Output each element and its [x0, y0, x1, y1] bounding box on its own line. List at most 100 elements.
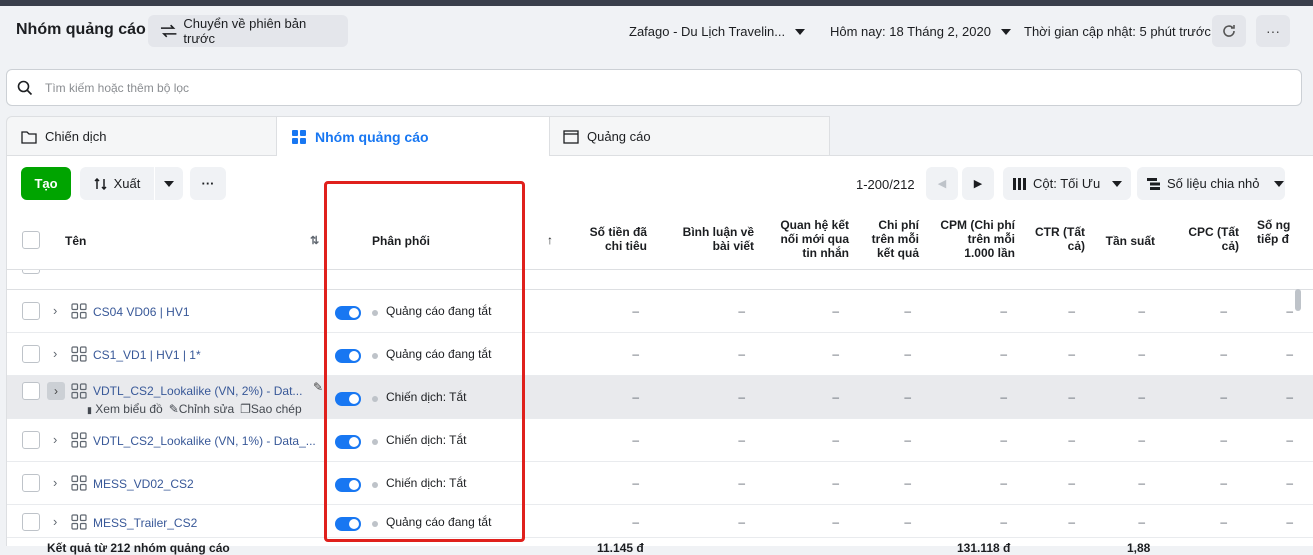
- chevron-right-icon[interactable]: ›: [53, 514, 57, 529]
- export-button[interactable]: Xuất: [80, 167, 154, 200]
- chevron-down-icon: [795, 28, 806, 35]
- column-cpc[interactable]: CPC (Tất cả): [1177, 225, 1239, 253]
- table-row[interactable]: › MESS_VD02_CS2 Chiến dịch: Tắt: [7, 462, 1313, 505]
- delivery-toggle[interactable]: [335, 478, 361, 492]
- date-range-dropdown[interactable]: Hôm nay: 18 Tháng 2, 2020: [830, 24, 1011, 39]
- status-dot: [372, 521, 378, 527]
- export-icon: [94, 177, 107, 190]
- export-dropdown[interactable]: [155, 167, 183, 200]
- column-amount-spent[interactable]: Số tiền đã chi tiêu: [577, 225, 647, 253]
- columns-icon: [1013, 177, 1026, 190]
- column-cost-per-result[interactable]: Chi phí trên mỗi kết quả: [865, 218, 919, 260]
- column-more[interactable]: Số ng tiếp đ: [1257, 218, 1303, 246]
- row-checkbox[interactable]: [22, 431, 40, 449]
- delivery-toggle[interactable]: [335, 306, 361, 320]
- breakdown-label: Số liệu chia nhỏ: [1167, 176, 1260, 191]
- delivery-toggle[interactable]: [335, 349, 361, 363]
- metric-cell: –: [1286, 347, 1293, 361]
- summary-frequency: 1,88: [1127, 541, 1151, 555]
- search-bar[interactable]: [6, 69, 1302, 106]
- ad-set-name-link[interactable]: CS1_VD1 | HV1 | 1*: [93, 348, 201, 362]
- metric-cell: –: [1000, 476, 1007, 490]
- chevron-right-icon[interactable]: ›: [53, 432, 57, 447]
- create-button[interactable]: Tạo: [21, 167, 71, 200]
- ad-set-name-link[interactable]: MESS_Trailer_CS2: [93, 516, 197, 530]
- chart-icon: ▮: [87, 405, 92, 415]
- view-chart-action[interactable]: ▮ Xem biểu đồ: [87, 402, 163, 416]
- row-checkbox[interactable]: [22, 382, 40, 400]
- chevron-right-icon[interactable]: ›: [47, 382, 65, 400]
- search-icon: [17, 80, 33, 95]
- ad-set-name-link[interactable]: VDTL_CS2_Lookalike (VN, 2%) - Dat...: [93, 384, 302, 398]
- metric-cell: –: [1138, 347, 1145, 361]
- table-row-hovered[interactable]: › VDTL_CS2_Lookalike (VN, 2%) - Dat... ✎…: [7, 376, 1313, 419]
- summary-cpm: 131.118 đ: [957, 541, 1011, 555]
- row-checkbox[interactable]: [22, 302, 40, 320]
- metric-cell: –: [632, 304, 639, 318]
- chevron-right-icon[interactable]: ›: [53, 303, 57, 318]
- status-dot: [372, 396, 378, 402]
- ad-set-name-link[interactable]: MESS_VD02_CS2: [93, 477, 194, 491]
- metric-cell: –: [832, 347, 839, 361]
- search-input[interactable]: [45, 80, 645, 95]
- chevron-right-icon[interactable]: ›: [53, 346, 57, 361]
- copy-action[interactable]: ❐Sao chép: [240, 402, 301, 416]
- tab-campaigns[interactable]: Chiến dịch: [6, 116, 278, 156]
- table-row[interactable]: › CS1_VD1 | HV1 | 1* Quảng cáo đang tắt: [7, 333, 1313, 376]
- delivery-status: Quảng cáo đang tắt: [386, 304, 492, 318]
- row-checkbox[interactable]: [22, 345, 40, 363]
- delivery-toggle[interactable]: [335, 517, 361, 531]
- select-all-checkbox[interactable]: [22, 231, 40, 249]
- metric-cell: –: [738, 515, 745, 529]
- tab-ads[interactable]: Quảng cáo: [548, 116, 830, 156]
- columns-dropdown[interactable]: Cột: Tối Ưu: [1003, 167, 1131, 200]
- sort-asc-icon[interactable]: ↑: [547, 233, 553, 247]
- ad-set-name-link[interactable]: CS04 VD06 | HV1: [93, 305, 190, 319]
- row-checkbox[interactable]: [22, 474, 40, 492]
- more-options-button[interactable]: ···: [1256, 15, 1290, 47]
- metric-cell: –: [1220, 304, 1227, 318]
- delivery-status: Chiến dịch: Tắt: [386, 476, 467, 490]
- metric-cell: –: [1138, 390, 1145, 404]
- metric-cell: –: [1220, 347, 1227, 361]
- update-time: Thời gian cập nhật: 5 phút trước: [1024, 24, 1211, 39]
- vertical-scrollbar[interactable]: [1295, 289, 1301, 311]
- metric-cell: –: [1000, 515, 1007, 529]
- column-cpm[interactable]: CPM (Chi phí trên mỗi 1.000 lần: [939, 218, 1015, 260]
- tab-ad-sets[interactable]: Nhóm quảng cáo: [276, 116, 550, 156]
- ad-icon: [563, 129, 579, 144]
- metric-cell: –: [738, 476, 745, 490]
- metric-cell: –: [738, 390, 745, 404]
- column-name[interactable]: Tên: [65, 234, 86, 248]
- sort-icon[interactable]: ⇅: [310, 234, 319, 248]
- row-checkbox[interactable]: [22, 513, 40, 531]
- table-row[interactable]: › CS04 VD06 | HV1 Quảng cáo đang tắt: [7, 290, 1313, 333]
- row-checkbox[interactable]: [22, 270, 40, 274]
- column-messaging-connections[interactable]: Quan hệ kết nối mới qua tin nhắn: [773, 218, 849, 260]
- column-delivery[interactable]: Phân phối: [372, 234, 430, 248]
- chevron-right-icon[interactable]: ›: [53, 475, 57, 490]
- pencil-icon[interactable]: ✎: [313, 380, 323, 394]
- table-row[interactable]: › MESS_Trailer_CS2 Quảng cáo đang tắt: [7, 505, 1313, 538]
- column-frequency[interactable]: Tần suất: [1097, 234, 1155, 248]
- toolbar-more-button[interactable]: ···: [190, 167, 226, 200]
- delivery-toggle[interactable]: [335, 435, 361, 449]
- metric-cell: –: [1138, 304, 1145, 318]
- refresh-button[interactable]: [1212, 15, 1246, 47]
- ad-set-name-link[interactable]: VDTL_CS2_Lookalike (VN, 1%) - Data_...: [93, 434, 316, 448]
- metric-cell: –: [832, 515, 839, 529]
- column-post-comments[interactable]: Bình luận về bài viết: [679, 225, 754, 253]
- ad-set-icon: [71, 514, 87, 530]
- prev-page-button[interactable]: ◀: [926, 167, 958, 200]
- delivery-status: Quảng cáo đang tắt: [386, 347, 492, 361]
- table-row[interactable]: › VDTL_CS2_Lookalike (VN, 1%) - Data_...…: [7, 419, 1313, 462]
- next-page-button[interactable]: ▶: [962, 167, 994, 200]
- revert-version-button[interactable]: Chuyển về phiên bản trước: [148, 15, 348, 47]
- metric-cell: –: [738, 347, 745, 361]
- edit-action[interactable]: ✎Chỉnh sửa: [169, 402, 234, 416]
- delivery-toggle[interactable]: [335, 392, 361, 406]
- column-ctr[interactable]: CTR (Tất cả): [1027, 225, 1085, 253]
- ad-set-icon: [71, 383, 87, 399]
- account-dropdown[interactable]: Zafago - Du Lịch Travelin...: [629, 24, 806, 39]
- breakdown-dropdown[interactable]: Số liệu chia nhỏ: [1137, 167, 1285, 200]
